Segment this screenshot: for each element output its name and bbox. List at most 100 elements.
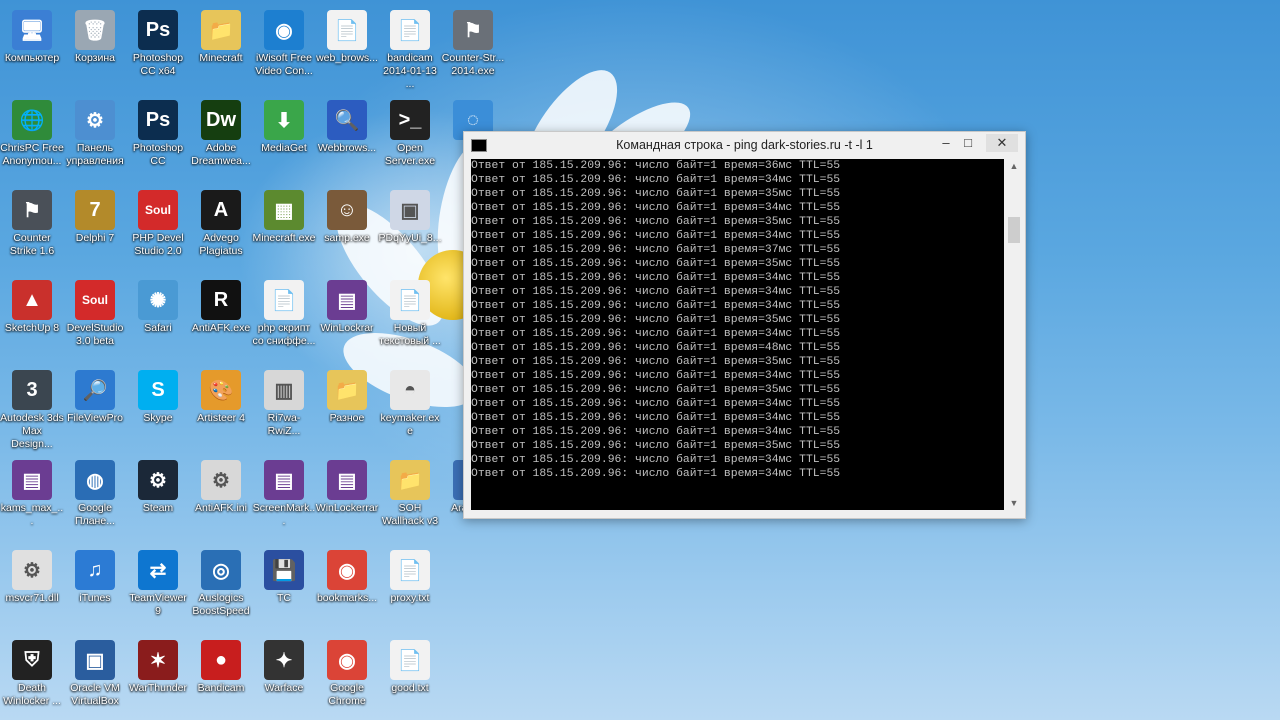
desktop-icon[interactable]: ⚙ AntiAFK.ini	[189, 454, 253, 515]
app-icon: 📁	[390, 460, 430, 500]
desktop-icon[interactable]: Soul PHP Devel Studio 2.0	[126, 184, 190, 258]
command-prompt-window[interactable]: Командная строка - ping dark-stories.ru …	[463, 131, 1026, 519]
desktop-icon[interactable]: 📄 web_brows...	[315, 4, 379, 65]
desktop-icon[interactable]: ✶ WarThunder	[126, 634, 190, 695]
desktop-icon[interactable]: 🔍 Webbrows...	[315, 94, 379, 155]
desktop-icon[interactable]: ▦ Minecraft.exe	[252, 184, 316, 245]
app-icon: ◓	[390, 370, 430, 410]
app-icon: R	[201, 280, 241, 320]
desktop-icon[interactable]: 💾 TC	[252, 544, 316, 605]
desktop-icon[interactable]: 📄 php скрипт со сниффе...	[252, 274, 316, 348]
desktop-icon[interactable]: ✦ Warface	[252, 634, 316, 695]
maximize-button[interactable]: □	[956, 134, 980, 152]
console-line: Ответ от 185.15.209.96: число байт=1 вре…	[471, 384, 841, 396]
desktop-icon-label: kams_max_...	[0, 502, 64, 527]
desktop-icon[interactable]: ● Bandicam	[189, 634, 253, 695]
desktop-icon[interactable]: 🔎 FileViewPro	[63, 364, 127, 425]
desktop-icon-label: Google Плане...	[75, 502, 115, 527]
desktop-icon[interactable]: 📄 bandicam 2014-01-13 ...	[378, 4, 442, 91]
app-icon: ⚑	[453, 10, 493, 50]
desktop-icon[interactable]: ⚙ msvcr71.dll	[0, 544, 64, 605]
app-icon: A	[201, 190, 241, 230]
desktop-icon[interactable]: ◉ bookmarks...	[315, 544, 379, 605]
desktop-icon[interactable]: ◉ iWisoft Free Video Con...	[252, 4, 316, 78]
desktop-icon[interactable]: ◍ Google Плане...	[63, 454, 127, 528]
window-titlebar[interactable]: Командная строка - ping dark-stories.ru …	[464, 132, 1025, 159]
desktop-icon[interactable]: 🖥 Компьютер	[0, 4, 64, 65]
app-icon: ▣	[75, 640, 115, 680]
desktop-icon[interactable]: 📁 Разное	[315, 364, 379, 425]
app-icon: ⚙	[201, 460, 241, 500]
desktop-icon[interactable]: 🗑 Корзина	[63, 4, 127, 65]
desktop-icon[interactable]: ♫ iTunes	[63, 544, 127, 605]
desktop-icon[interactable]: Ps Photoshop CC	[126, 94, 190, 168]
desktop-icon[interactable]: ▣ PDqYyUi_8...	[378, 184, 442, 245]
desktop-icon[interactable]: ☺ samp.exe	[315, 184, 379, 245]
desktop-icon-label: msvcr71.dll	[5, 592, 59, 604]
desktop-icon-label: WinLockerrar	[315, 502, 379, 514]
console-line: Ответ от 185.15.209.96: число байт=1 вре…	[471, 272, 841, 284]
desktop-icon[interactable]: ▣ Oracle VM VirtualBox	[63, 634, 127, 708]
app-icon: ⚙	[138, 460, 178, 500]
desktop-icon-label: web_brows...	[316, 52, 378, 64]
desktop-icon[interactable]: 3 Autodesk 3ds Max Design...	[0, 364, 64, 451]
desktop-icon-label: PDqYyUi_8...	[378, 232, 442, 244]
desktop-icon-label: ScreenMark...	[252, 502, 316, 527]
app-icon: 📄	[264, 280, 304, 320]
app-icon: 💾	[264, 550, 304, 590]
console-line: Ответ от 185.15.209.96: число байт=1 вре…	[471, 356, 841, 368]
desktop-icon[interactable]: A Advego Plagiatus	[189, 184, 253, 258]
minimize-button[interactable]: –	[934, 134, 958, 152]
app-icon: ♫	[75, 550, 115, 590]
desktop-icon[interactable]: ⛨ Death Winlocker ...	[0, 634, 64, 708]
desktop-icon[interactable]: ▤ ScreenMark...	[252, 454, 316, 528]
desktop-icon[interactable]: ✺ Safari	[126, 274, 190, 335]
app-icon: ⇄	[138, 550, 178, 590]
desktop-icon-label: WinLockrar	[320, 322, 374, 334]
desktop-icon[interactable]: ⚙ Steam	[126, 454, 190, 515]
desktop-icon[interactable]: 🌐 ChrisPC Free Anonymou...	[0, 94, 64, 168]
desktop-icon[interactable]: ▥ Ri7wa-RwiZ...	[252, 364, 316, 438]
desktop-icon[interactable]: ▤ WinLockerrar	[315, 454, 379, 515]
desktop-icon[interactable]: 📄 good.txt	[378, 634, 442, 695]
app-icon: 📄	[390, 280, 430, 320]
desktop-icon-label: Minecraft	[199, 52, 243, 64]
desktop-icon[interactable]: S Skype	[126, 364, 190, 425]
app-icon: ⚑	[12, 190, 52, 230]
console-line: Ответ от 185.15.209.96: число байт=1 вре…	[471, 440, 841, 452]
desktop-icon[interactable]: ▤ kams_max_...	[0, 454, 64, 528]
scroll-down-arrow-icon[interactable]: ▼	[1007, 496, 1021, 510]
vertical-scrollbar[interactable]: ▲ ▼	[1007, 159, 1021, 510]
desktop-icon-label: Skype	[143, 412, 173, 424]
desktop-icon-label: TC	[277, 592, 291, 604]
desktop-icon[interactable]: Soul DevelStudio 3.0 beta	[63, 274, 127, 348]
desktop-icon[interactable]: ▤ WinLockrar	[315, 274, 379, 335]
desktop-icon[interactable]: 📄 Новый текстовый ...	[378, 274, 442, 348]
desktop-icon[interactable]: 🎨 Artisteer 4	[189, 364, 253, 425]
app-icon: ◉	[327, 640, 367, 680]
app-icon: ●	[201, 640, 241, 680]
desktop-icon[interactable]: Dw Adobe Dreamwea...	[189, 94, 253, 168]
desktop-icon[interactable]: ⚑ Counter Strike 1.6	[0, 184, 64, 258]
desktop-icon-label: Minecraft.exe	[252, 232, 316, 244]
desktop-icon[interactable]: Ps Photoshop CC x64	[126, 4, 190, 78]
scroll-up-arrow-icon[interactable]: ▲	[1007, 159, 1021, 173]
desktop-icon[interactable]: R AntiAFK.exe	[189, 274, 253, 335]
desktop-icon[interactable]: >_ Open Server.exe	[378, 94, 442, 168]
desktop-icon[interactable]: ▲ SketchUp 8	[0, 274, 64, 335]
desktop-icon[interactable]: ◎ Auslogics BoostSpeed	[189, 544, 253, 618]
console-output[interactable]: Ответ от 185.15.209.96: число байт=1 вре…	[471, 159, 1004, 510]
desktop-icon[interactable]: ◉ Google Chrome	[315, 634, 379, 708]
desktop-icon[interactable]: ⇄ TeamViewer 9	[126, 544, 190, 618]
desktop-icon[interactable]: 📁 SOH Wallhack v3	[378, 454, 442, 528]
desktop-icon[interactable]: 📁 Minecraft	[189, 4, 253, 65]
desktop-icon[interactable]: ◓ keymaker.exe	[378, 364, 442, 438]
desktop-icon[interactable]: 📄 proxy.txt	[378, 544, 442, 605]
desktop-icon[interactable]: ⚑ Counter-Str... 2014.exe	[441, 4, 505, 78]
close-button[interactable]: ✕	[986, 134, 1018, 152]
desktop-icon[interactable]: ⬇ MediaGet	[252, 94, 316, 155]
scrollbar-thumb[interactable]	[1008, 217, 1020, 243]
app-icon: 🔎	[75, 370, 115, 410]
desktop-icon[interactable]: ⚙ Панель управления	[63, 94, 127, 168]
desktop-icon[interactable]: 7 Delphi 7	[63, 184, 127, 245]
